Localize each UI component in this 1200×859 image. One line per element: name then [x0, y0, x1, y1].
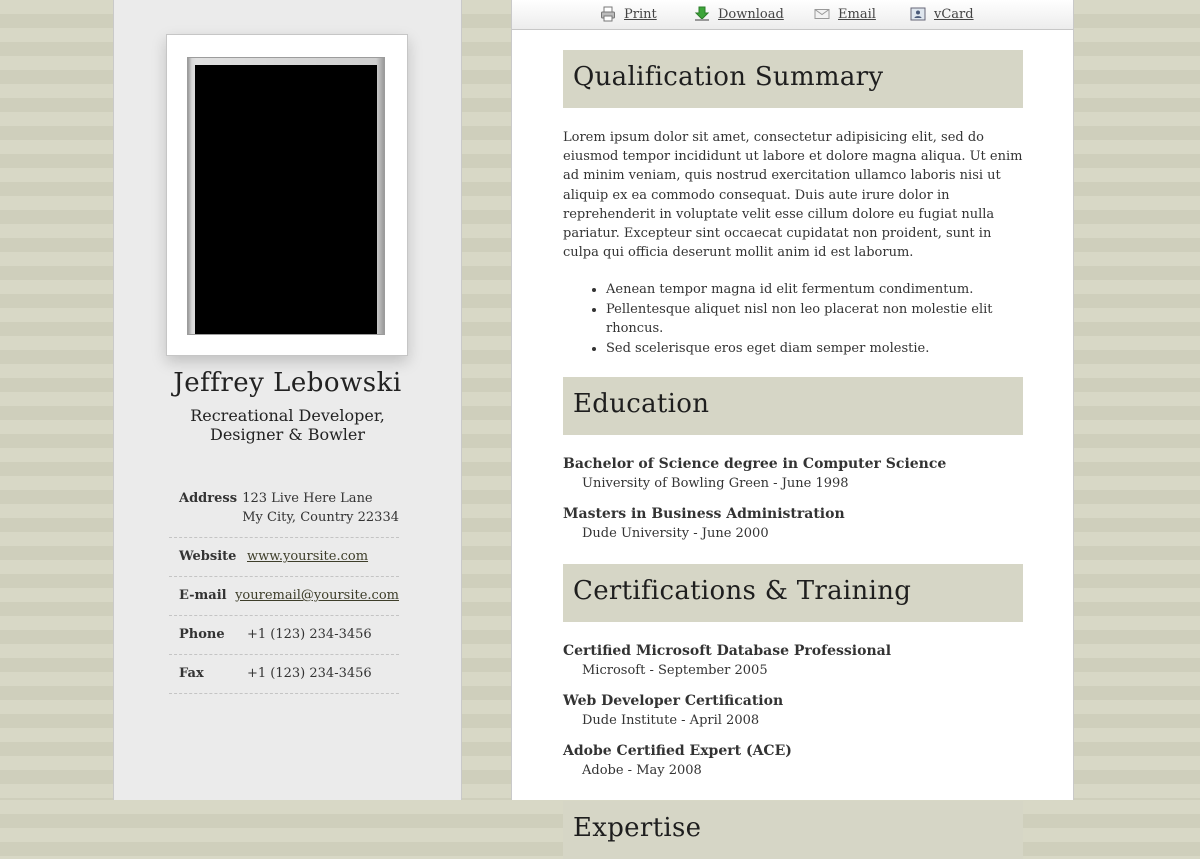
vcard-button[interactable]: vCard: [910, 6, 974, 22]
entry-subtitle: Dude University - June 2000: [582, 526, 769, 542]
bullet-item: Aenean tempor magna id elit fermentum co…: [606, 280, 1023, 300]
certifications-heading: Certifications & Training: [563, 564, 1023, 623]
entry-subtitle: Microsoft - September 2005: [582, 663, 768, 679]
bullet-item: Pellentesque aliquet nisl non leo placer…: [606, 300, 1023, 339]
download-label: Download: [718, 6, 784, 22]
website-link[interactable]: www.yoursite.com: [247, 549, 368, 564]
email-link[interactable]: youremail@yoursite.com: [235, 588, 399, 603]
address-line1: 123 Live Here Lane: [242, 491, 373, 506]
address-label: Address: [179, 491, 238, 506]
email-label-tool: Email: [838, 6, 876, 22]
entry-title: Masters in Business Administration: [563, 506, 845, 523]
email-button[interactable]: Email: [814, 6, 876, 22]
education-entry: Bachelor of Science degree in Computer S…: [563, 454, 1023, 494]
contact-row-website: Website www.yoursite.com: [169, 538, 399, 577]
education-heading: Education: [563, 377, 1023, 436]
vcard-icon: [910, 6, 926, 22]
fax-value: +1 (123) 234-3456: [247, 666, 372, 681]
person-name: Jeffrey Lebowski: [173, 368, 402, 398]
envelope-icon: [814, 6, 830, 22]
entry-title: Certified Microsoft Database Professiona…: [563, 643, 892, 660]
person-title-line2: Designer & Bowler: [209, 425, 366, 444]
entry-title: Adobe Certified Expert (ACE): [563, 743, 792, 760]
person-title: Recreational Developer, Designer & Bowle…: [114, 406, 461, 444]
download-icon: [694, 6, 710, 22]
action-toolbar: Print Download Email vCard: [512, 0, 1073, 30]
website-label: Website: [179, 549, 237, 564]
phone-label: Phone: [179, 627, 225, 642]
certification-entry: Adobe Certified Expert (ACE) Adobe - May…: [563, 741, 1023, 781]
expertise-heading: Expertise: [563, 801, 1023, 859]
contact-row-email: E-mail youremail@yoursite.com: [169, 577, 399, 616]
certification-entry: Web Developer Certification Dude Institu…: [563, 691, 1023, 731]
bullet-item: Sed scelerisque eros eget diam semper mo…: [606, 339, 1023, 359]
person-title-line1: Recreational Developer,: [190, 406, 385, 425]
photo-image: [195, 65, 377, 334]
print-label: Print: [624, 6, 657, 22]
vcard-label: vCard: [934, 6, 974, 22]
certification-entry: Certified Microsoft Database Professiona…: [563, 641, 1023, 681]
resume-content: Qualification Summary Lorem ipsum dolor …: [563, 50, 1023, 859]
entry-title: Bachelor of Science degree in Computer S…: [563, 456, 947, 473]
download-button[interactable]: Download: [694, 6, 784, 22]
summary-text: Lorem ipsum dolor sit amet, consectetur …: [563, 130, 1023, 261]
contact-row-address: Address 123 Live Here Lane My City, Coun…: [169, 482, 399, 538]
entry-title: Web Developer Certification: [563, 693, 784, 710]
contact-list: Address 123 Live Here Lane My City, Coun…: [169, 482, 399, 694]
resume-main: Print Download Email vCard Qualification…: [511, 0, 1074, 859]
entry-subtitle: University of Bowling Green - June 1998: [582, 476, 849, 492]
education-entry: Masters in Business Administration Dude …: [563, 504, 1023, 544]
address-value: 123 Live Here Lane My City, Country 2233…: [242, 489, 399, 527]
summary-bullets: Aenean tempor magna id elit fermentum co…: [563, 280, 1023, 358]
entry-subtitle: Dude Institute - April 2008: [582, 713, 760, 729]
phone-value: +1 (123) 234-3456: [247, 627, 372, 642]
printer-icon: [600, 6, 616, 22]
profile-photo-frame: [166, 34, 408, 356]
summary-heading: Qualification Summary: [563, 50, 1023, 108]
contact-row-fax: Fax +1 (123) 234-3456: [169, 655, 399, 694]
profile-sidebar: Jeffrey Lebowski Recreational Developer,…: [113, 0, 462, 800]
email-label: E-mail: [179, 588, 227, 603]
address-line2: My City, Country 22334: [242, 510, 399, 525]
fax-label: Fax: [179, 666, 204, 681]
print-button[interactable]: Print: [600, 6, 657, 22]
entry-subtitle: Adobe - May 2008: [582, 763, 702, 779]
profile-photo: [187, 57, 385, 335]
contact-row-phone: Phone +1 (123) 234-3456: [169, 616, 399, 655]
